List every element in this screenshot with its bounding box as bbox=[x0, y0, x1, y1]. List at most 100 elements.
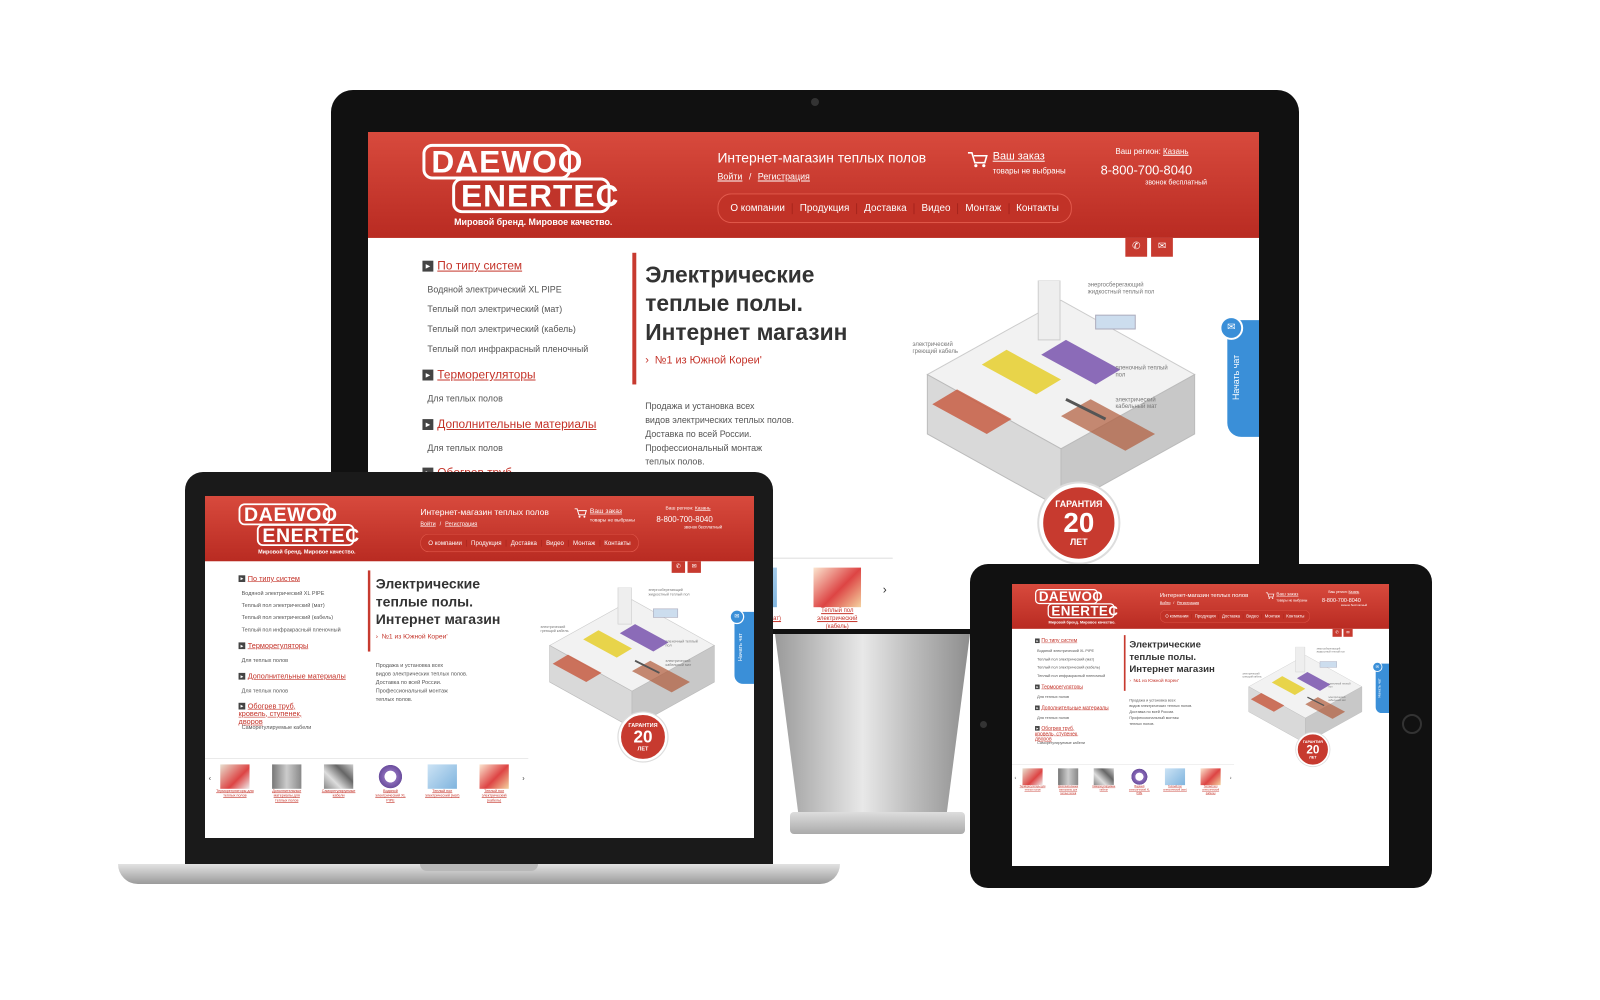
sidebar-cat-system[interactable]: ▸ По типу систем bbox=[238, 574, 300, 583]
product-thumb[interactable] bbox=[427, 764, 457, 789]
nav-products[interactable]: Продукция bbox=[467, 539, 507, 547]
product-label[interactable]: Теплый пол электрический (мат) bbox=[1162, 785, 1189, 792]
hero-kicker[interactable]: › №1 из Южной Кореи' bbox=[1129, 678, 1178, 683]
sidebar-item-film[interactable]: Теплый пол инфракрасный пленочный bbox=[1037, 674, 1105, 678]
arrow-left-icon[interactable]: ‹ bbox=[209, 774, 211, 783]
mail-icon[interactable]: ✉ bbox=[1151, 237, 1173, 257]
sidebar-cat-system[interactable]: ▸ По типу систем bbox=[1035, 638, 1077, 643]
nav-video[interactable]: Видео bbox=[915, 202, 959, 214]
chat-icon[interactable]: ✉ bbox=[729, 609, 745, 625]
product-thumb[interactable] bbox=[1058, 768, 1079, 786]
sidebar-item-xlpipe[interactable]: Водяной электрический XL PIPE bbox=[242, 590, 325, 596]
nav-delivery[interactable]: Доставка bbox=[506, 539, 542, 547]
sidebar-item-thermo-floors[interactable]: Для теплых полов bbox=[242, 657, 288, 663]
nav-about[interactable]: О компании bbox=[723, 202, 793, 214]
nav-video[interactable]: Видео bbox=[542, 539, 569, 547]
sidebar-item-mat[interactable]: Теплый пол электрический (мат) bbox=[1037, 657, 1094, 661]
region-value[interactable]: Казань bbox=[1348, 590, 1359, 594]
chat-icon[interactable]: ✉ bbox=[1219, 316, 1244, 340]
sidebar-cat-thermostats[interactable]: ▸ Терморегуляторы bbox=[238, 641, 308, 650]
nav-video[interactable]: Видео bbox=[1243, 613, 1262, 619]
sidebar-cat-system[interactable]: ▸ По типу систем bbox=[422, 259, 522, 273]
chat-widget[interactable]: ✉ Начать чат bbox=[1372, 661, 1389, 714]
product-label[interactable]: Терморегуляторы для теплых полов bbox=[1019, 785, 1046, 792]
product-label[interactable]: Терморегуляторы для теплых полов bbox=[215, 789, 254, 799]
arrow-right-icon[interactable]: › bbox=[1230, 775, 1232, 781]
nav-delivery[interactable]: Доставка bbox=[857, 202, 915, 214]
register-link[interactable]: Регистрация bbox=[1177, 601, 1199, 605]
nav-delivery[interactable]: Доставка bbox=[1219, 613, 1244, 619]
product-label[interactable]: Саморегулируемые кабели bbox=[319, 789, 358, 799]
sidebar-cat-thermostats[interactable]: ▸ Терморегуляторы bbox=[1035, 684, 1083, 690]
phone-number[interactable]: 8-800-700-8040 bbox=[1101, 163, 1193, 178]
product-thumb[interactable] bbox=[323, 764, 354, 789]
nav-contacts[interactable]: Контакты bbox=[600, 540, 635, 547]
phone-number[interactable]: 8-800-700-8040 bbox=[1322, 597, 1361, 603]
region-value[interactable]: Казань bbox=[695, 505, 711, 510]
product-thumb[interactable] bbox=[813, 567, 862, 608]
arrow-left-icon[interactable]: ‹ bbox=[1015, 775, 1017, 781]
product-label[interactable]: Теплый пол электрический (кабель) bbox=[1197, 785, 1224, 795]
nav-products[interactable]: Продукция bbox=[1192, 613, 1220, 619]
nav-contacts[interactable]: Контакты bbox=[1009, 203, 1066, 214]
product-thumb[interactable] bbox=[375, 764, 406, 789]
sidebar-item-cable[interactable]: Теплый пол электрический (кабель) bbox=[242, 614, 333, 620]
phone-number[interactable]: 8-800-700-8040 bbox=[656, 515, 712, 524]
chat-label[interactable]: Начать чат bbox=[737, 633, 743, 661]
product-label[interactable]: Водяной электрический XL PIPE bbox=[1126, 785, 1153, 795]
product-label[interactable]: Теплый пол электрический (кабель) bbox=[806, 607, 869, 629]
nav-installation[interactable]: Монтаж bbox=[569, 539, 601, 547]
sidebar-item-selfreg[interactable]: Саморегулируемые кабели bbox=[1037, 741, 1085, 745]
sidebar-item-xlpipe[interactable]: Водяной электрический XL PIPE bbox=[1037, 649, 1094, 653]
nav-about[interactable]: О компании bbox=[424, 539, 467, 547]
product-thumb[interactable] bbox=[272, 764, 302, 789]
nav-products[interactable]: Продукция bbox=[793, 202, 858, 214]
arrow-right-icon[interactable]: › bbox=[522, 774, 524, 783]
login-link[interactable]: Войти bbox=[717, 172, 742, 182]
product-label[interactable]: Саморегулируемые кабели bbox=[1090, 785, 1117, 792]
product-thumb[interactable] bbox=[479, 764, 509, 789]
sidebar-cat-heating[interactable]: ▸Обогрев труб, кровель, ступенек, дворов bbox=[1035, 725, 1085, 742]
sidebar-item-materials-floors[interactable]: Для теплых полов bbox=[242, 688, 288, 694]
chat-label[interactable]: Начать чат bbox=[1377, 678, 1381, 697]
sidebar-cat-heating[interactable]: ▸Обогрев труб, кровель, ступенек, дворов bbox=[238, 702, 312, 726]
sidebar-cat-materials[interactable]: ▸ Дополнительные материалы bbox=[238, 672, 346, 680]
sidebar-item-xlpipe[interactable]: Водяной электрический XL PIPE bbox=[427, 284, 561, 294]
cart-title[interactable]: Ваш заказ bbox=[590, 508, 622, 515]
register-link[interactable]: Регистрация bbox=[445, 520, 477, 526]
sidebar-item-thermo-floors[interactable]: Для теплых полов bbox=[1037, 695, 1069, 699]
sidebar-item-selfreg[interactable]: Саморегулируемые кабели bbox=[242, 724, 312, 730]
product-thumb[interactable] bbox=[1022, 768, 1043, 786]
product-label[interactable]: Теплый пол электрический (кабель) bbox=[475, 789, 514, 804]
nav-contacts[interactable]: Контакты bbox=[1283, 614, 1307, 619]
register-link[interactable]: Регистрация bbox=[758, 172, 810, 182]
hero-kicker[interactable]: › №1 из Южной Кореи' bbox=[376, 633, 448, 640]
product-label[interactable]: Водяной электрический XL PIPE bbox=[371, 789, 410, 804]
login-link[interactable]: Войти bbox=[420, 520, 435, 526]
phone-icon[interactable]: ✆ bbox=[1332, 628, 1342, 637]
chat-label[interactable]: Начать чат bbox=[1231, 355, 1241, 400]
product-label[interactable]: Дополнительные материалы для теплых поло… bbox=[1055, 785, 1082, 795]
sidebar-item-film[interactable]: Теплый пол инфракрасный пленочный bbox=[242, 627, 341, 633]
sidebar-item-cable[interactable]: Теплый пол электрический (кабель) bbox=[427, 324, 575, 334]
phone-icon[interactable]: ✆ bbox=[671, 561, 686, 573]
cart-title[interactable]: Ваш заказ bbox=[993, 151, 1045, 163]
product-thumb[interactable] bbox=[1093, 768, 1114, 786]
sidebar-item-mat[interactable]: Теплый пол электрический (мат) bbox=[242, 602, 325, 608]
sidebar-cat-thermostats[interactable]: ▸ Терморегуляторы bbox=[422, 368, 536, 381]
sidebar-item-cable[interactable]: Теплый пол электрический (кабель) bbox=[1037, 665, 1100, 669]
chat-widget[interactable]: ✉ Начать чат bbox=[729, 609, 754, 684]
phone-icon[interactable]: ✆ bbox=[1125, 237, 1148, 257]
login-link[interactable]: Войти bbox=[1160, 601, 1171, 605]
sidebar-cat-materials[interactable]: ▸ Дополнительные материалы bbox=[1035, 705, 1109, 711]
sidebar-item-film[interactable]: Теплый пол инфракрасный пленочный bbox=[427, 344, 588, 354]
mail-icon[interactable]: ✉ bbox=[687, 561, 701, 573]
brand-logo[interactable]: DAEWOO ENERTEC Мировой бренд. Мировое ка… bbox=[422, 143, 618, 227]
product-thumb[interactable] bbox=[1129, 768, 1150, 786]
region-value[interactable]: Казань bbox=[1163, 147, 1188, 156]
product-label[interactable]: Дополнительные материалы для теплых поло… bbox=[267, 789, 306, 804]
sidebar-item-mat[interactable]: Теплый пол электрический (мат) bbox=[427, 304, 562, 314]
sidebar-item-thermo-floors[interactable]: Для теплых полов bbox=[427, 393, 502, 403]
product-thumb[interactable] bbox=[1200, 768, 1221, 786]
cart-title[interactable]: Ваш заказ bbox=[1276, 592, 1298, 597]
